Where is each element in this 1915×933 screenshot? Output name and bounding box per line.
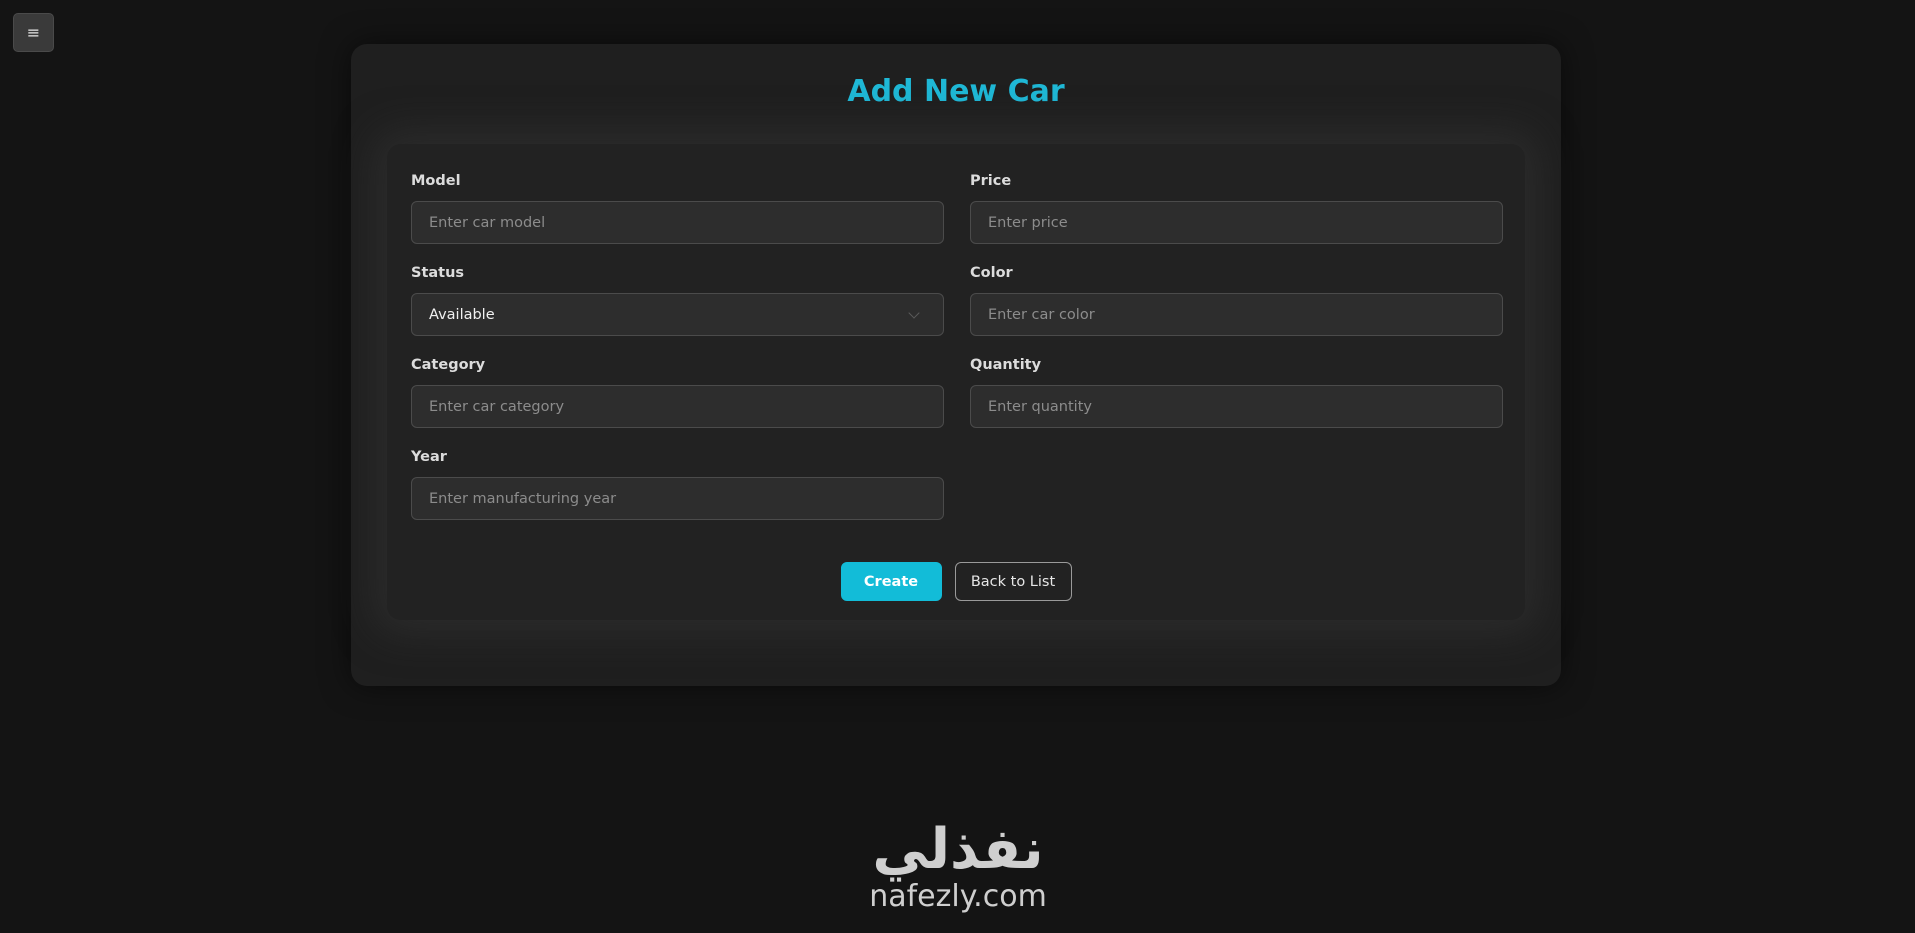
form-actions: Create Back to List	[387, 562, 1525, 601]
color-field: Color	[970, 264, 1503, 336]
model-field: Model	[411, 172, 944, 244]
category-field: Category	[411, 356, 944, 428]
model-label: Model	[411, 173, 461, 189]
status-selected-value: Available	[429, 306, 495, 323]
year-input[interactable]	[411, 477, 944, 520]
year-field: Year	[411, 448, 944, 520]
quantity-label: Quantity	[970, 357, 1042, 373]
price-label: Price	[970, 173, 1012, 189]
logo-mark: نفذلي	[872, 817, 1044, 882]
status-field: Status Available	[411, 264, 944, 336]
back-to-list-button[interactable]: Back to List	[954, 562, 1072, 601]
add-car-card: Add New Car Model Price Status Available…	[351, 44, 1561, 686]
chevron-down-icon	[908, 306, 920, 319]
nafezly-logo: نفذلي nafezly.com	[848, 818, 1068, 933]
price-input[interactable]	[970, 201, 1503, 244]
category-input[interactable]	[411, 385, 944, 428]
menu-toggle-button[interactable]: ≡	[13, 13, 54, 52]
page-title: Add New Car	[847, 74, 1065, 109]
status-label: Status	[411, 265, 465, 281]
add-car-form: Model Price Status Available Color Categ…	[387, 144, 1525, 620]
model-input[interactable]	[411, 201, 944, 244]
quantity-field: Quantity	[970, 356, 1503, 428]
create-button[interactable]: Create	[840, 562, 942, 601]
hamburger-icon: ≡	[26, 23, 41, 42]
price-field: Price	[970, 172, 1503, 244]
quantity-input[interactable]	[970, 385, 1503, 428]
logo-text: nafezly.com	[869, 879, 1047, 914]
status-select[interactable]: Available	[411, 293, 944, 336]
year-label: Year	[411, 449, 447, 465]
color-label: Color	[970, 265, 1013, 281]
color-input[interactable]	[970, 293, 1503, 336]
category-label: Category	[411, 357, 486, 373]
